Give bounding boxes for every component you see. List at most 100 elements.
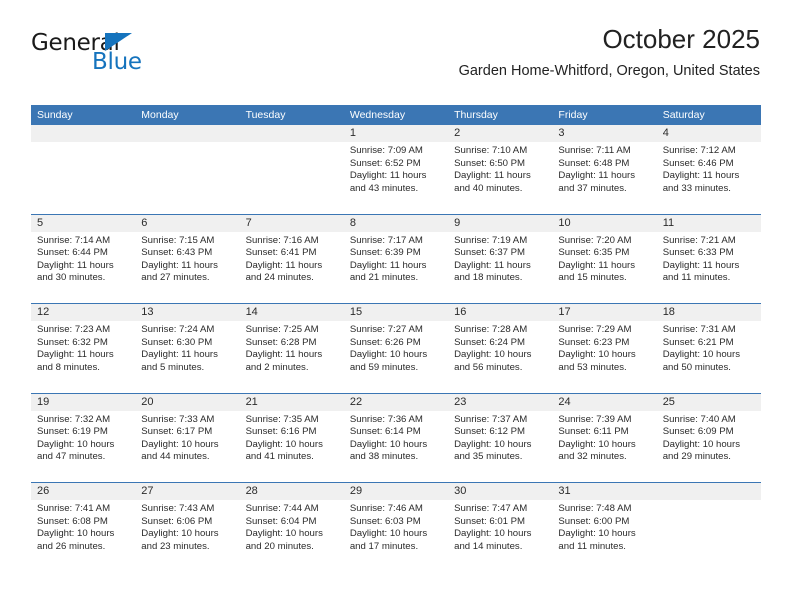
day-details: Sunrise: 7:11 AM Sunset: 6:48 PM Dayligh…	[552, 142, 656, 195]
day-cell[interactable]: 27 Sunrise: 7:43 AM Sunset: 6:06 PM Dayl…	[135, 483, 240, 573]
day-cell[interactable]: 6 Sunrise: 7:15 AM Sunset: 6:43 PM Dayli…	[135, 214, 240, 304]
day-cell[interactable]	[135, 125, 240, 214]
day-details: Sunrise: 7:37 AM Sunset: 6:12 PM Dayligh…	[448, 411, 552, 464]
day-details: Sunrise: 7:47 AM Sunset: 6:01 PM Dayligh…	[448, 500, 552, 553]
day-cell[interactable]	[656, 483, 761, 573]
day-details: Sunrise: 7:48 AM Sunset: 6:00 PM Dayligh…	[552, 500, 656, 553]
sunset-text: Sunset: 6:16 PM	[245, 426, 317, 438]
sunset-text: Sunset: 6:09 PM	[662, 426, 734, 438]
day-number: 15	[349, 306, 363, 318]
sunrise-text: Sunrise: 7:27 AM	[349, 324, 423, 335]
day-cell[interactable]: 26 Sunrise: 7:41 AM Sunset: 6:08 PM Dayl…	[31, 483, 136, 573]
sunset-text: Sunset: 6:35 PM	[558, 247, 630, 259]
day-cell[interactable]: 18 Sunrise: 7:31 AM Sunset: 6:21 PM Dayl…	[656, 304, 761, 393]
day-number: 25	[662, 395, 675, 408]
week-row: 5 Sunrise: 7:14 AM Sunset: 6:44 PM Dayli…	[31, 214, 761, 304]
daylight-text: Daylight: 11 hours and 27 minutes.	[141, 259, 218, 284]
day-number-band: 24	[552, 393, 657, 411]
day-details: Sunrise: 7:46 AM Sunset: 6:03 PM Dayligh…	[344, 500, 448, 553]
day-cell[interactable]: 17 Sunrise: 7:29 AM Sunset: 6:23 PM Dayl…	[552, 304, 657, 393]
day-cell[interactable]: 1 Sunrise: 7:09 AM Sunset: 6:52 PM Dayli…	[343, 125, 449, 214]
daylight-text: Daylight: 10 hours and 44 minutes.	[141, 438, 219, 463]
day-cell[interactable]: 13 Sunrise: 7:24 AM Sunset: 6:30 PM Dayl…	[135, 304, 240, 393]
day-cell[interactable]: 12 Sunrise: 7:23 AM Sunset: 6:32 PM Dayl…	[31, 304, 136, 393]
day-number-band	[31, 125, 136, 142]
sunset-text: Sunset: 6:44 PM	[37, 247, 108, 259]
day-number: 7	[245, 216, 252, 229]
day-details: Sunrise: 7:28 AM Sunset: 6:24 PM Dayligh…	[448, 321, 552, 374]
day-cell[interactable]: 11 Sunrise: 7:21 AM Sunset: 6:33 PM Dayl…	[656, 214, 761, 304]
day-details	[31, 142, 135, 145]
daylight-text: Daylight: 11 hours and 24 minutes.	[245, 259, 323, 284]
sunset-text: Sunset: 6:41 PM	[245, 247, 317, 259]
day-cell[interactable]: 20 Sunrise: 7:33 AM Sunset: 6:17 PM Dayl…	[135, 393, 240, 483]
day-cell[interactable]: 19 Sunrise: 7:32 AM Sunset: 6:19 PM Dayl…	[31, 393, 136, 483]
weekday-header-thursday: Thursday	[454, 109, 498, 121]
day-number-band: 23	[448, 393, 553, 411]
day-cell[interactable]: 5 Sunrise: 7:14 AM Sunset: 6:44 PM Dayli…	[31, 214, 136, 304]
day-cell[interactable]: 9 Sunrise: 7:19 AM Sunset: 6:37 PM Dayli…	[448, 214, 553, 304]
sunset-text: Sunset: 6:14 PM	[349, 426, 421, 438]
day-cell[interactable]: 3 Sunrise: 7:11 AM Sunset: 6:48 PM Dayli…	[552, 125, 657, 214]
day-cell[interactable]	[239, 125, 344, 214]
day-number: 3	[558, 127, 565, 139]
sunset-text: Sunset: 6:24 PM	[454, 336, 526, 348]
day-number-band: 13	[135, 304, 240, 321]
sunrise-text: Sunrise: 7:48 AM	[558, 503, 632, 514]
daylight-text: Daylight: 10 hours and 41 minutes.	[245, 438, 323, 463]
day-number: 13	[141, 306, 154, 318]
day-cell[interactable]: 23 Sunrise: 7:37 AM Sunset: 6:12 PM Dayl…	[448, 393, 553, 483]
day-number-band: 2	[448, 125, 553, 142]
daylight-text: Daylight: 11 hours and 21 minutes.	[349, 259, 427, 284]
daylight-text: Daylight: 10 hours and 29 minutes.	[662, 438, 741, 463]
day-details: Sunrise: 7:14 AM Sunset: 6:44 PM Dayligh…	[31, 232, 135, 285]
day-details: Sunrise: 7:19 AM Sunset: 6:37 PM Dayligh…	[448, 232, 552, 285]
daylight-text: Daylight: 11 hours and 11 minutes.	[662, 259, 740, 284]
day-cell[interactable]: 7 Sunrise: 7:16 AM Sunset: 6:41 PM Dayli…	[239, 214, 344, 304]
daylight-text: Daylight: 10 hours and 50 minutes.	[662, 349, 741, 373]
day-details: Sunrise: 7:27 AM Sunset: 6:26 PM Dayligh…	[344, 321, 448, 374]
day-cell[interactable]: 25 Sunrise: 7:40 AM Sunset: 6:09 PM Dayl…	[656, 393, 761, 483]
day-details: Sunrise: 7:09 AM Sunset: 6:52 PM Dayligh…	[344, 142, 448, 195]
day-cell[interactable]: 24 Sunrise: 7:39 AM Sunset: 6:11 PM Dayl…	[552, 393, 657, 483]
sunrise-text: Sunrise: 7:17 AM	[349, 234, 423, 246]
sunrise-text: Sunrise: 7:41 AM	[37, 503, 111, 514]
day-details: Sunrise: 7:44 AM Sunset: 6:04 PM Dayligh…	[240, 500, 344, 553]
day-cell[interactable]: 14 Sunrise: 7:25 AM Sunset: 6:28 PM Dayl…	[239, 304, 344, 393]
day-number-band: 21	[239, 393, 344, 411]
day-number: 2	[454, 127, 461, 139]
sunset-text: Sunset: 6:12 PM	[454, 426, 526, 438]
day-cell[interactable]: 22 Sunrise: 7:36 AM Sunset: 6:14 PM Dayl…	[343, 393, 449, 483]
daylight-text: Daylight: 10 hours and 53 minutes.	[558, 349, 636, 373]
sunset-text: Sunset: 6:23 PM	[558, 336, 630, 348]
day-cell[interactable]	[31, 125, 136, 214]
day-number-band	[239, 125, 344, 142]
sunrise-text: Sunrise: 7:47 AM	[454, 503, 528, 514]
sunrise-text: Sunrise: 7:44 AM	[245, 503, 319, 514]
day-details: Sunrise: 7:21 AM Sunset: 6:33 PM Dayligh…	[657, 232, 761, 285]
day-cell[interactable]: 16 Sunrise: 7:28 AM Sunset: 6:24 PM Dayl…	[448, 304, 553, 393]
day-cell[interactable]: 10 Sunrise: 7:20 AM Sunset: 6:35 PM Dayl…	[552, 214, 657, 304]
sunrise-text: Sunrise: 7:31 AM	[662, 324, 736, 335]
week-row: 19 Sunrise: 7:32 AM Sunset: 6:19 PM Dayl…	[31, 393, 761, 483]
day-cell[interactable]: 29 Sunrise: 7:46 AM Sunset: 6:03 PM Dayl…	[343, 483, 449, 573]
day-details: Sunrise: 7:41 AM Sunset: 6:08 PM Dayligh…	[31, 500, 135, 553]
weekday-header-friday: Friday	[558, 109, 588, 121]
day-cell[interactable]: 30 Sunrise: 7:47 AM Sunset: 6:01 PM Dayl…	[448, 483, 553, 573]
daylight-text: Daylight: 10 hours and 14 minutes.	[454, 528, 532, 552]
sunrise-text: Sunrise: 7:46 AM	[349, 503, 423, 514]
sunrise-text: Sunrise: 7:36 AM	[349, 413, 423, 425]
day-cell[interactable]: 4 Sunrise: 7:12 AM Sunset: 6:46 PM Dayli…	[656, 125, 761, 214]
sunrise-text: Sunrise: 7:21 AM	[662, 234, 736, 246]
day-number-band: 30	[448, 483, 553, 500]
day-cell[interactable]: 31 Sunrise: 7:48 AM Sunset: 6:00 PM Dayl…	[552, 483, 657, 573]
general-blue-logo[interactable]: General Blue	[31, 32, 221, 80]
day-cell[interactable]: 28 Sunrise: 7:44 AM Sunset: 6:04 PM Dayl…	[239, 483, 344, 573]
day-cell[interactable]: 15 Sunrise: 7:27 AM Sunset: 6:26 PM Dayl…	[343, 304, 449, 393]
day-cell[interactable]: 8 Sunrise: 7:17 AM Sunset: 6:39 PM Dayli…	[343, 214, 449, 304]
day-number: 31	[558, 485, 571, 497]
sunset-text: Sunset: 6:30 PM	[141, 336, 213, 348]
day-number: 30	[454, 485, 467, 497]
day-cell[interactable]: 21 Sunrise: 7:35 AM Sunset: 6:16 PM Dayl…	[239, 393, 344, 483]
day-cell[interactable]: 2 Sunrise: 7:10 AM Sunset: 6:50 PM Dayli…	[448, 125, 553, 214]
